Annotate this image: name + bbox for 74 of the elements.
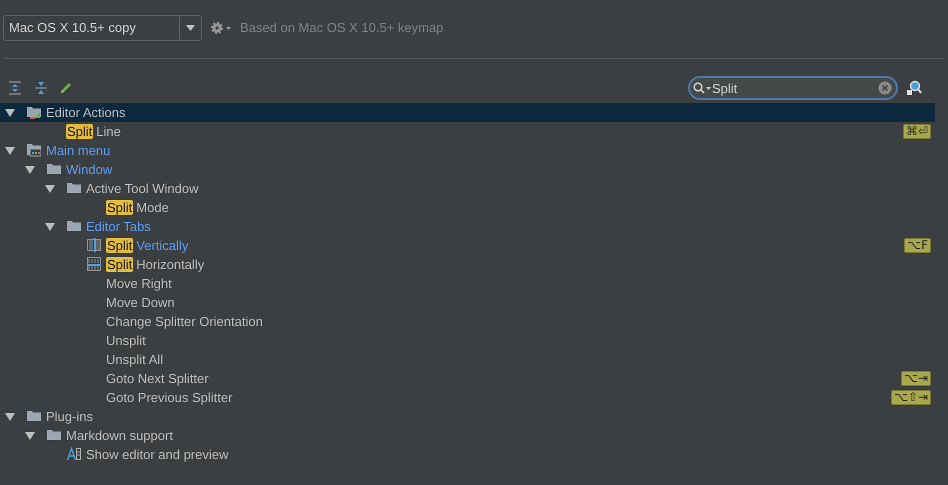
expanded-arrow-icon[interactable] xyxy=(5,108,15,118)
expand-all-icon[interactable] xyxy=(8,81,22,95)
tree-item-label: Horizontally xyxy=(136,256,204,274)
tree-item-label: Unsplit xyxy=(106,332,146,350)
expanded-arrow-icon[interactable] xyxy=(25,165,35,175)
tree-item-label: Mode xyxy=(136,198,169,217)
collapse-all-icon[interactable] xyxy=(34,81,48,95)
tree-item-label: Markdown support xyxy=(66,426,173,445)
tree-row[interactable]: Split Mode xyxy=(0,198,935,217)
folder-icon xyxy=(47,428,61,442)
tree-item-label: Editor Actions xyxy=(46,104,126,122)
tree-item-label: Show editor and preview xyxy=(86,446,228,464)
tree-row[interactable]: Active Tool Window xyxy=(0,179,935,198)
tree-row[interactable]: Move Down xyxy=(0,293,935,312)
tree-item-label: Plug-ins xyxy=(46,408,93,426)
tree-item-label: Move Right xyxy=(106,274,172,293)
tree-row[interactable]: Main menu xyxy=(0,141,935,160)
tree-item-label: Line xyxy=(96,122,121,141)
find-shortcut-icon[interactable] xyxy=(906,80,922,96)
tree-item-label: Goto Previous Splitter xyxy=(106,388,232,407)
tree-item-label: Window xyxy=(66,160,112,179)
folder-icon xyxy=(67,181,81,195)
tree-item-label: Move Down xyxy=(106,294,175,312)
keymap-dropdown[interactable]: Mac OS X 10.5+ copy xyxy=(3,15,202,41)
tree-row[interactable]: Plug-ins xyxy=(0,407,935,426)
based-on-label: Based on Mac OS X 10.5+ keymap xyxy=(240,19,444,38)
clear-icon[interactable] xyxy=(878,81,892,95)
expanded-arrow-icon[interactable] xyxy=(45,222,55,232)
search-match-highlight: Split xyxy=(106,238,134,253)
tree-item-label: Main menu xyxy=(46,142,110,160)
tree-row[interactable]: Markdown support xyxy=(0,426,935,445)
folder-icon xyxy=(27,409,41,423)
tree-item-label: Editor Tabs xyxy=(86,218,151,236)
shortcut-badge: ⌘⏎ xyxy=(902,124,931,139)
tree-row[interactable]: Split Vertically ⌥F xyxy=(0,236,935,255)
expanded-arrow-icon[interactable] xyxy=(5,412,15,422)
expanded-arrow-icon[interactable] xyxy=(5,146,15,156)
search-match-highlight: Split xyxy=(66,124,94,139)
gear-icon[interactable] xyxy=(210,21,232,35)
tree-row[interactable]: Show editor and preview xyxy=(0,445,935,464)
tree-row[interactable]: Split Line ⌘⏎ xyxy=(0,122,935,141)
tree-row[interactable]: Goto Next Splitter ⌥⇥ xyxy=(0,369,935,388)
folder-icon xyxy=(27,105,41,119)
search-match-highlight: Split xyxy=(106,257,134,272)
search-match-highlight: Split xyxy=(106,200,134,215)
folder-icon xyxy=(47,162,61,176)
split-vertical-icon xyxy=(87,238,101,252)
search-icon xyxy=(693,82,711,94)
tree-row[interactable]: Split Horizontally xyxy=(0,255,935,274)
tree-row[interactable]: Goto Previous Splitter ⌥⇧⇥ xyxy=(0,388,935,407)
folder-icon xyxy=(67,219,81,233)
markdown-icon xyxy=(67,447,81,461)
caret-icon xyxy=(186,25,195,31)
pencil-icon[interactable] xyxy=(59,81,73,95)
split-horizontal-icon xyxy=(87,257,101,271)
search-field[interactable]: Split xyxy=(688,76,898,100)
tree-row[interactable]: Editor Actions xyxy=(0,103,935,122)
tree-item-label: Active Tool Window xyxy=(86,180,198,198)
tree-item-label: Vertically xyxy=(136,236,188,255)
menu-folder-icon xyxy=(27,143,41,157)
tree-item-label: Goto Next Splitter xyxy=(106,370,209,388)
tree-row[interactable]: Move Right xyxy=(0,274,935,293)
shortcut-badge: ⌥F xyxy=(904,238,931,253)
tree-row[interactable]: Unsplit All xyxy=(0,350,935,369)
shortcut-badge: ⌥⇧⇥ xyxy=(891,390,931,405)
tree-row[interactable]: Editor Tabs xyxy=(0,217,935,236)
expanded-arrow-icon[interactable] xyxy=(25,431,35,441)
tree-item-label: Unsplit All xyxy=(106,350,164,369)
tree-row[interactable]: Unsplit xyxy=(0,331,935,350)
tree-row[interactable]: Change Splitter Orientation xyxy=(0,312,935,331)
expanded-arrow-icon[interactable] xyxy=(45,184,55,194)
tree-row[interactable]: Window xyxy=(0,160,935,179)
tree-item-label: Change Splitter Orientation xyxy=(106,312,263,331)
shortcut-badge: ⌥⇥ xyxy=(901,371,931,386)
